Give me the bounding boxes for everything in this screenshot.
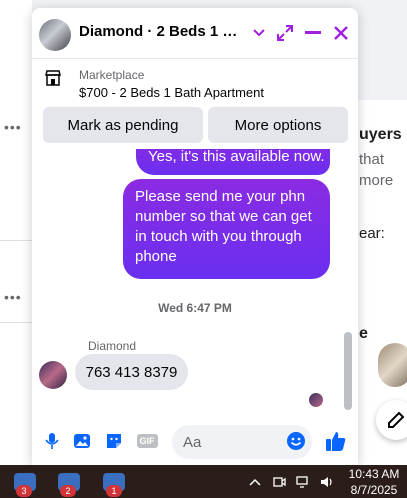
background-text: that <box>359 151 385 168</box>
chat-window: Diamond · 2 Beds 1 Bath Apartment Market… <box>32 8 358 465</box>
chat-header: Diamond · 2 Beds 1 Bath Apartment <box>32 8 358 59</box>
chevron-up-icon[interactable] <box>248 475 262 489</box>
outgoing-message: Yes, it's this available now. <box>136 149 330 175</box>
background-left-panel: ••• ••• <box>0 0 32 465</box>
close-icon[interactable] <box>330 22 352 44</box>
listing-title: $700 - 2 Beds 1 Bath Apartment <box>79 85 265 100</box>
taskbar-clock-date[interactable]: 8/7/2025 <box>344 483 404 497</box>
message-composer: GIF Aa <box>32 417 358 465</box>
microphone-icon[interactable] <box>42 431 62 451</box>
sender-name: Diamond <box>88 339 137 353</box>
message-text: 763 413 8379 <box>85 363 178 381</box>
message-input-placeholder: Aa <box>183 434 202 451</box>
seen-receipt-avatar <box>309 393 323 407</box>
background-text: ear: <box>359 225 385 242</box>
background-text: more <box>359 172 394 189</box>
notification-badge: 1 <box>106 485 122 497</box>
edit-icon <box>388 411 405 428</box>
avatar[interactable] <box>39 361 67 389</box>
background-text: e <box>359 325 368 342</box>
mark-as-pending-button[interactable]: Mark as pending <box>43 107 203 143</box>
meet-now-icon[interactable] <box>272 475 286 489</box>
volume-icon[interactable] <box>320 475 334 489</box>
message-timestamp: Wed 6:47 PM <box>158 301 232 315</box>
message-text: Please send me your phn number so that w… <box>135 188 312 265</box>
more-dots-icon[interactable]: ••• <box>4 289 22 305</box>
taskbar-clock-time[interactable]: 10:43 AM <box>344 467 404 481</box>
gif-icon[interactable]: GIF <box>136 431 158 451</box>
divider <box>0 240 32 241</box>
outgoing-message: Please send me your phn number so that w… <box>123 179 330 279</box>
sticker-icon[interactable] <box>104 431 124 451</box>
message-text: Yes, it's this available now. <box>148 149 325 165</box>
divider <box>0 322 32 323</box>
chat-title[interactable]: Diamond · 2 Beds 1 Bath Apartment <box>79 23 241 40</box>
emoji-icon[interactable] <box>286 431 306 451</box>
notification-badge: 3 <box>16 485 32 497</box>
message-list[interactable]: Yes, it's this available now. Please sen… <box>32 149 358 417</box>
marketplace-shop-icon <box>44 69 62 87</box>
incoming-message: 763 413 8379 <box>75 354 188 390</box>
more-dots-icon[interactable]: ••• <box>4 119 22 135</box>
expand-icon[interactable] <box>274 22 296 44</box>
photo-icon[interactable] <box>72 431 92 451</box>
notification-badge: 2 <box>60 485 76 497</box>
avatar[interactable] <box>39 19 71 51</box>
background-heading: uyers <box>359 126 402 143</box>
listing-label: Marketplace <box>79 68 145 82</box>
more-options-button[interactable]: More options <box>208 107 348 143</box>
scrollbar-thumb[interactable] <box>344 332 352 410</box>
marketplace-listing[interactable]: Marketplace $700 - 2 Beds 1 Bath Apartme… <box>32 59 358 111</box>
minimize-icon[interactable] <box>302 22 324 44</box>
gif-label: GIF <box>136 434 158 448</box>
chevron-down-icon[interactable] <box>248 22 270 44</box>
network-icon[interactable] <box>296 475 310 489</box>
avatar[interactable] <box>378 343 407 387</box>
like-icon[interactable] <box>324 430 348 452</box>
